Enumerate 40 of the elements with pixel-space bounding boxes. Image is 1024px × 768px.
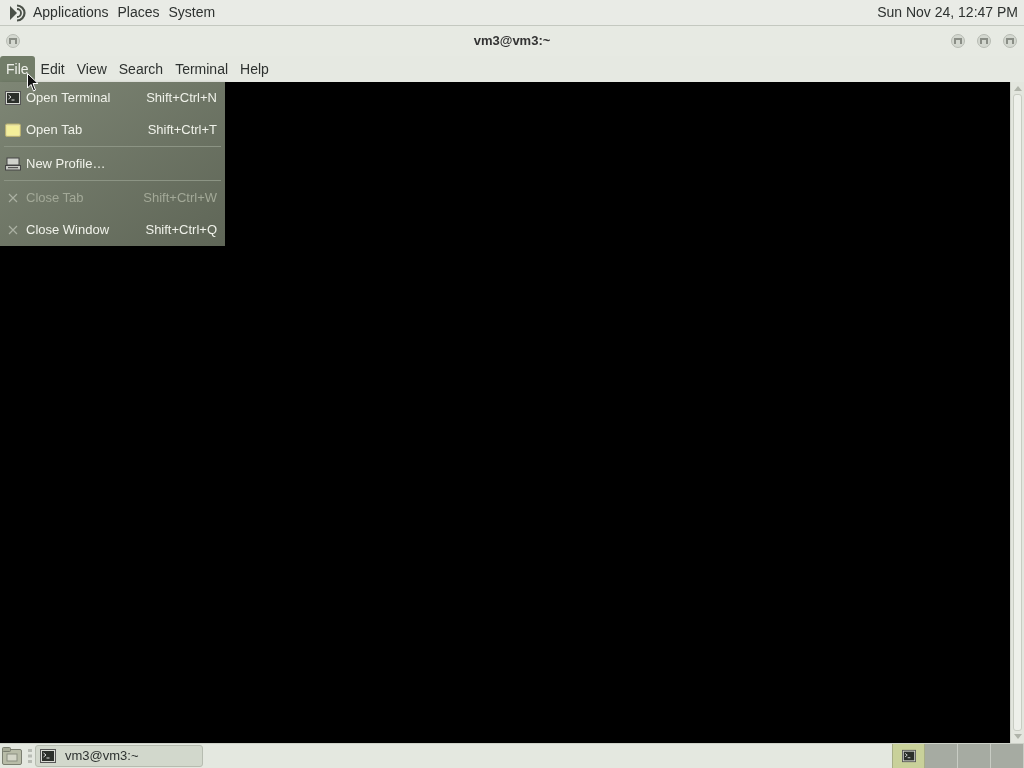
arch-glyph-icon <box>980 38 988 44</box>
panel-menu[interactable]: Applications <box>29 1 113 24</box>
terminal-icon <box>40 748 56 764</box>
taskbar-window-button[interactable]: vm3@vm3:~ <box>35 745 203 767</box>
menu-item[interactable]: Close Window Shift+Ctrl+Q <box>0 214 225 246</box>
close-icon <box>8 225 18 235</box>
arch-glyph-icon <box>1006 38 1014 44</box>
scrollbar-thumb[interactable] <box>1013 94 1022 731</box>
terminal-icon <box>901 749 916 763</box>
distro-logo-icon[interactable] <box>8 2 28 23</box>
menu-item[interactable]: Open Tab Shift+Ctrl+T <box>0 114 225 146</box>
terminal-icon <box>5 90 21 106</box>
menu-bar-item[interactable]: Search <box>112 56 170 82</box>
scroll-down-icon[interactable] <box>1013 734 1022 740</box>
show-desktop-icon[interactable] <box>2 747 22 765</box>
folder-icon <box>5 123 21 137</box>
panel-menu[interactable]: Places <box>113 1 164 24</box>
window-title: vm3@vm3:~ <box>473 32 551 51</box>
scroll-up-icon[interactable] <box>1013 85 1022 91</box>
close-icon <box>8 193 18 203</box>
close-button[interactable] <box>1003 34 1017 48</box>
menu-bar-item[interactable]: Edit <box>34 56 71 82</box>
workspace-button[interactable] <box>892 744 925 768</box>
arch-glyph-icon <box>954 38 962 44</box>
menu-item[interactable]: New Profile… <box>0 148 225 180</box>
mouse-pointer-icon <box>27 73 39 92</box>
maximize-button[interactable] <box>977 34 991 48</box>
panel-menu[interactable]: System <box>164 1 220 24</box>
menu-bar-item[interactable]: View <box>70 56 113 82</box>
menu-bar-item[interactable]: Help <box>234 56 275 82</box>
arch-glyph-icon <box>9 38 17 44</box>
scrollbar[interactable] <box>1010 82 1024 743</box>
clock[interactable]: Sun Nov 24, 12:47 PM <box>877 2 1018 23</box>
menu-bar-item[interactable]: File <box>0 56 35 82</box>
computer-icon <box>5 157 21 171</box>
menu-bar-item[interactable]: Terminal <box>169 56 235 82</box>
terminal-area[interactable] <box>0 82 1010 743</box>
drag-handle-icon[interactable] <box>28 748 32 764</box>
minimize-button[interactable] <box>951 34 965 48</box>
window-menu-button[interactable] <box>6 34 20 48</box>
